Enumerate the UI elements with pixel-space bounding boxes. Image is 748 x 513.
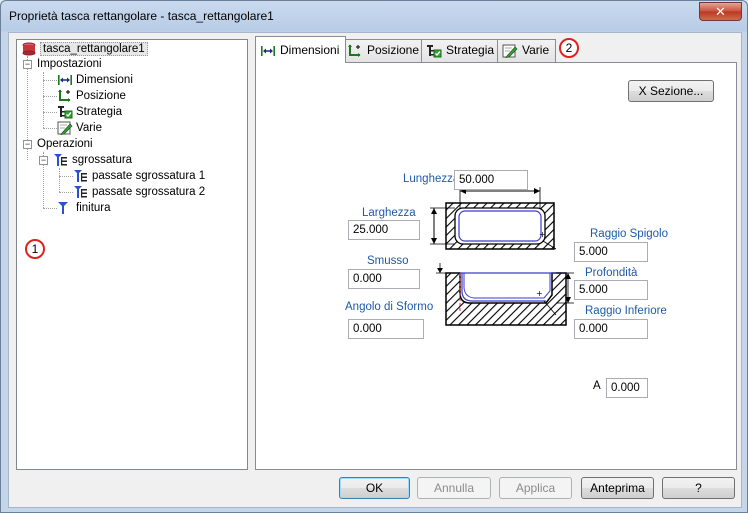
title-bar[interactable]: Proprietà tasca rettangolare - tasca_ret… bbox=[1, 1, 747, 31]
dimension-arrows-icon bbox=[58, 75, 72, 85]
help-button[interactable]: ? bbox=[662, 477, 735, 499]
chamfer-label: Smusso bbox=[367, 255, 409, 267]
tab-dimensions[interactable]: Dimensioni bbox=[255, 36, 347, 63]
tree-item-finishing-label: finitura bbox=[76, 202, 111, 214]
strategy-icon bbox=[58, 106, 73, 119]
bottom-radius-label: Raggio Inferiore bbox=[585, 305, 667, 317]
roughing-pass-icon bbox=[74, 170, 87, 182]
top-view-center-mark: + bbox=[539, 230, 546, 239]
tree-item-roughing[interactable]: sgrossatura bbox=[53, 152, 132, 168]
corner-radius-input[interactable]: 5.000 bbox=[574, 242, 648, 262]
tree-connector bbox=[59, 168, 60, 192]
length-input[interactable]: 50.000 bbox=[454, 170, 528, 190]
tree-item-finishing[interactable]: finitura bbox=[57, 200, 111, 216]
tree-item-misc[interactable]: Varie bbox=[57, 120, 102, 136]
tree-connector bbox=[59, 192, 73, 193]
tree-item-roughing-pass-1-label: passate sgrossatura 1 bbox=[92, 170, 206, 182]
ok-button[interactable]: OK bbox=[339, 477, 410, 499]
tree-item-strategy[interactable]: Strategia bbox=[57, 104, 122, 120]
tab-position[interactable]: Posizione bbox=[342, 39, 427, 62]
width-input[interactable]: 25.000 bbox=[348, 220, 420, 240]
draft-angle-label: Angolo di Sformo bbox=[345, 301, 434, 313]
roughing-operation-icon bbox=[54, 154, 67, 166]
cross-section-button[interactable]: X Sezione... bbox=[628, 80, 714, 102]
dimensions-tab-panel: X Sezione... + + Lunghezza 50.000 Larghe… bbox=[255, 62, 737, 470]
tree-item-dimensions[interactable]: Dimensioni bbox=[57, 72, 133, 88]
depth-label: Profondità bbox=[585, 267, 638, 279]
width-label: Larghezza bbox=[362, 207, 416, 219]
tab-misc[interactable]: Varie bbox=[497, 39, 557, 62]
tree-item-settings[interactable]: Impostazioni bbox=[37, 56, 102, 72]
tree-item-misc-label: Varie bbox=[76, 122, 102, 134]
tab-strategy[interactable]: Strategia bbox=[421, 39, 502, 62]
dialog-client-area: tasca_rettangolare1 − Impostazioni Dimen… bbox=[8, 32, 742, 508]
callout-badge-2: 2 bbox=[559, 38, 579, 58]
section-center-mark: + bbox=[536, 289, 543, 298]
tree-connector bbox=[43, 128, 57, 129]
chamfer-input[interactable]: 0.000 bbox=[348, 269, 420, 289]
tab-strategy-label: Strategia bbox=[446, 43, 495, 57]
tree-item-roughing-pass-2[interactable]: passate sgrossatura 2 bbox=[73, 184, 205, 200]
tree-item-strategy-label: Strategia bbox=[76, 106, 123, 118]
tree-item-settings-label: Impostazioni bbox=[37, 58, 102, 70]
position-axes-icon bbox=[348, 44, 361, 57]
tree-item-roughing-pass-2-label: passate sgrossatura 2 bbox=[92, 186, 206, 198]
tab-dimensions-label: Dimensioni bbox=[280, 43, 340, 57]
tree-item-operations-label: Operazioni bbox=[37, 138, 93, 150]
pocket-diagram: + + bbox=[430, 187, 574, 326]
top-view-pocket bbox=[454, 207, 546, 245]
tab-misc-label: Varie bbox=[522, 43, 550, 57]
cancel-button[interactable]: Annulla bbox=[417, 477, 491, 499]
pocket-feature-icon bbox=[22, 42, 36, 56]
tree-item-root-label: tasca_rettangolare1 bbox=[40, 42, 148, 56]
tree-item-roughing-label: sgrossatura bbox=[72, 154, 133, 166]
draft-angle-input[interactable]: 0.000 bbox=[348, 319, 424, 339]
callout-badge-1: 1 bbox=[25, 239, 45, 259]
misc-pencil-icon bbox=[502, 44, 518, 58]
tab-position-label: Posizione bbox=[367, 43, 420, 57]
preview-button[interactable]: Anteprima bbox=[581, 477, 654, 499]
tree-connector bbox=[43, 96, 57, 97]
length-label: Lunghezza bbox=[403, 173, 460, 185]
roughing-pass-icon bbox=[74, 186, 87, 198]
tree-item-operations[interactable]: Operazioni bbox=[37, 136, 93, 152]
a-label: A bbox=[593, 380, 601, 392]
tree-item-position-label: Posizione bbox=[76, 90, 126, 102]
corner-radius-label: Raggio Spigolo bbox=[590, 228, 669, 240]
roughing-collapse-toggle[interactable]: − bbox=[39, 156, 48, 165]
operations-collapse-toggle[interactable]: − bbox=[23, 140, 32, 149]
operation-tree[interactable]: tasca_rettangolare1 − Impostazioni Dimen… bbox=[16, 39, 248, 470]
strategy-icon bbox=[427, 44, 442, 58]
tree-connector bbox=[43, 80, 57, 81]
position-axes-icon bbox=[58, 89, 71, 102]
tree-item-dimensions-label: Dimensioni bbox=[76, 74, 133, 86]
settings-collapse-toggle[interactable]: − bbox=[23, 60, 32, 69]
tree-item-position[interactable]: Posizione bbox=[57, 88, 126, 104]
tree-item-roughing-pass-1[interactable]: passate sgrossatura 1 bbox=[73, 168, 205, 184]
tree-item-root[interactable]: tasca_rettangolare1 bbox=[21, 41, 148, 57]
tree-connector bbox=[59, 176, 73, 177]
tree-connector bbox=[43, 112, 57, 113]
bottom-radius-input[interactable]: 0.000 bbox=[574, 319, 648, 339]
misc-pencil-icon bbox=[57, 121, 73, 135]
window-title: Proprietà tasca rettangolare - tasca_ret… bbox=[9, 9, 274, 23]
a-input[interactable]: 0.000 bbox=[606, 378, 648, 398]
apply-button[interactable]: Applica bbox=[499, 477, 572, 499]
dialog-window: Proprietà tasca rettangolare - tasca_ret… bbox=[0, 0, 748, 513]
section-toolpath bbox=[461, 273, 546, 302]
finishing-operation-icon bbox=[58, 202, 68, 214]
tree-connector bbox=[43, 208, 57, 209]
depth-input[interactable]: 5.000 bbox=[574, 280, 648, 300]
dimension-arrows-icon bbox=[261, 45, 275, 56]
close-button[interactable]: ✕ bbox=[699, 2, 742, 21]
